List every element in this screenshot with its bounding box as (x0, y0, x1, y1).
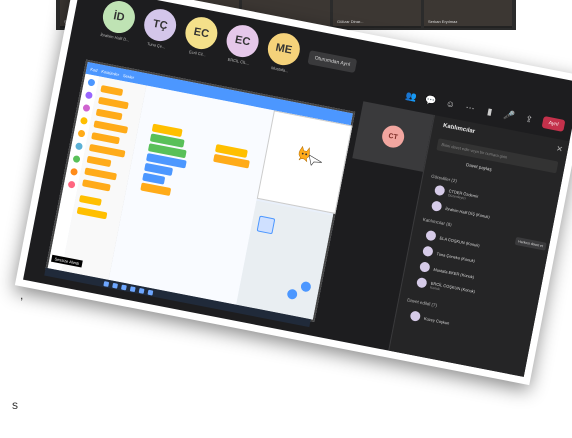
palette-block[interactable] (86, 155, 112, 168)
category-operators[interactable] (71, 154, 81, 164)
category-sound[interactable] (81, 103, 91, 113)
participant[interactable]: EC ERCİL CİL... (223, 22, 262, 66)
stage[interactable] (256, 110, 353, 214)
avatar: EC (182, 14, 221, 52)
leave-session-button[interactable]: Oturumdan Ayrıl (307, 50, 358, 74)
member-name: İbrahim Halil DİŞ (Konuk) (445, 205, 491, 219)
avatar (418, 261, 431, 273)
category-variables[interactable] (69, 167, 78, 176)
list-item[interactable]: CTDER Özdemir Düzenleyici (433, 184, 479, 203)
category-events[interactable] (79, 116, 88, 125)
panel-title: Katılımcılar (442, 122, 476, 136)
category-control[interactable] (76, 129, 86, 138)
avatar: TÇ (141, 6, 179, 44)
invite-all-button[interactable]: Herkesi davet et (514, 236, 547, 251)
avatar (425, 229, 437, 242)
palette-block[interactable] (98, 96, 129, 110)
category-motion[interactable] (86, 78, 96, 87)
palette-block[interactable] (81, 179, 111, 192)
category-looks[interactable] (84, 91, 93, 100)
taskbar-icon[interactable] (138, 287, 145, 294)
camera-icon[interactable]: ▮ (483, 105, 497, 119)
people-icon[interactable]: 👥 (404, 89, 418, 103)
section-invited[interactable]: Davet edildi (7) (407, 297, 438, 308)
video-tile-name: Serkan Eryılmaz (428, 19, 458, 24)
tab-code[interactable]: Kod (90, 66, 98, 72)
avatar: İD (100, 0, 138, 36)
leave-meeting-button[interactable]: Ayrıl (541, 115, 566, 132)
palette-block[interactable] (78, 194, 102, 207)
avatar: EC (223, 22, 262, 60)
participant-name: ERCİL CİL... (227, 56, 251, 66)
close-icon[interactable]: ✕ (555, 144, 563, 154)
background-page-text: s (12, 398, 18, 412)
video-tile-name: Gülizar Dinar... (337, 19, 364, 24)
participant[interactable]: TÇ Tuna Çe... (140, 6, 179, 50)
avatar (409, 310, 422, 322)
avatar (433, 184, 446, 197)
share-screen-icon[interactable]: ⇪ (522, 112, 536, 126)
palette-block[interactable] (95, 108, 123, 121)
palette-block[interactable] (88, 143, 126, 158)
tab-costumes[interactable]: Kostümler (101, 68, 120, 76)
background-page-text: , (20, 288, 24, 302)
taskbar-icon[interactable] (103, 280, 110, 287)
add-sprite-button[interactable] (300, 280, 312, 293)
palette-block[interactable] (76, 206, 108, 220)
mic-icon[interactable]: 🎤 (502, 108, 516, 122)
avatar: CT (380, 123, 407, 150)
section-organizers[interactable]: Görevliler (2) (431, 174, 457, 184)
palette-block[interactable] (93, 120, 129, 134)
taskbar-icon[interactable] (147, 289, 154, 296)
avatar (415, 276, 428, 289)
chat-icon[interactable]: 💬 (424, 93, 438, 107)
participant[interactable]: EC Ecril Cil... (181, 14, 221, 58)
member-name: Mustafa EKER (Konuk) (433, 266, 475, 280)
participant-name: Ecril Cil... (188, 49, 207, 58)
screenshot-photo: İD İbrahim Halil D... TÇ Tuna Çe... EC E… (14, 0, 572, 386)
section-attendees[interactable]: Katılımcılar (8) (422, 217, 452, 227)
participant-name: İbrahim Halil D... (100, 31, 130, 43)
palette-block[interactable] (91, 132, 120, 145)
teams-meeting-window: İD İbrahim Halil D... TÇ Tuna Çe... EC E… (23, 0, 572, 377)
invite-search-input[interactable]: Birini davet edin veya bir numara girin (436, 138, 559, 174)
palette-block[interactable] (84, 167, 118, 181)
share-invite-link[interactable]: Davet paylaş (466, 162, 492, 172)
more-icon[interactable]: ⋯ (463, 101, 477, 115)
add-backdrop-button[interactable] (286, 288, 299, 301)
participant-name: Tuna Çe... (146, 40, 166, 50)
avatar: ME (265, 30, 303, 68)
tab-sounds[interactable]: Sesler (123, 72, 135, 79)
participant-name: Mustafa... (270, 65, 290, 74)
script-block[interactable] (140, 182, 172, 197)
taskbar-icon[interactable] (129, 285, 136, 292)
category-my-blocks[interactable] (66, 180, 76, 189)
cursor-arrow-icon (308, 154, 323, 167)
react-icon[interactable]: ☺ (443, 97, 457, 111)
member-name: Kuzey Coşkun (423, 315, 450, 326)
category-sensing[interactable] (74, 142, 83, 151)
avatar (422, 245, 434, 258)
participant[interactable]: ME Mustafa... (264, 30, 303, 74)
list-item[interactable]: Kuzey Coşkun (409, 310, 450, 327)
avatar (430, 200, 443, 213)
video-tile: Gülizar Dinar... (333, 0, 421, 28)
sprite-thumbnail[interactable] (256, 215, 276, 235)
member-name: Tuna Çeneko (Konuk) (436, 250, 476, 263)
list-item[interactable]: İbrahim Halil DİŞ (Konuk) (430, 200, 491, 221)
self-video-tile: CT (352, 101, 435, 172)
taskbar-icon[interactable] (121, 284, 127, 290)
palette-block[interactable] (100, 85, 124, 97)
member-name: ELA COŞKUN (Konuk) (439, 234, 481, 248)
taskbar-icon[interactable] (112, 282, 119, 289)
video-tile: Serkan Eryılmaz (424, 0, 512, 28)
participant[interactable]: İD İbrahim Halil D... (99, 0, 138, 43)
